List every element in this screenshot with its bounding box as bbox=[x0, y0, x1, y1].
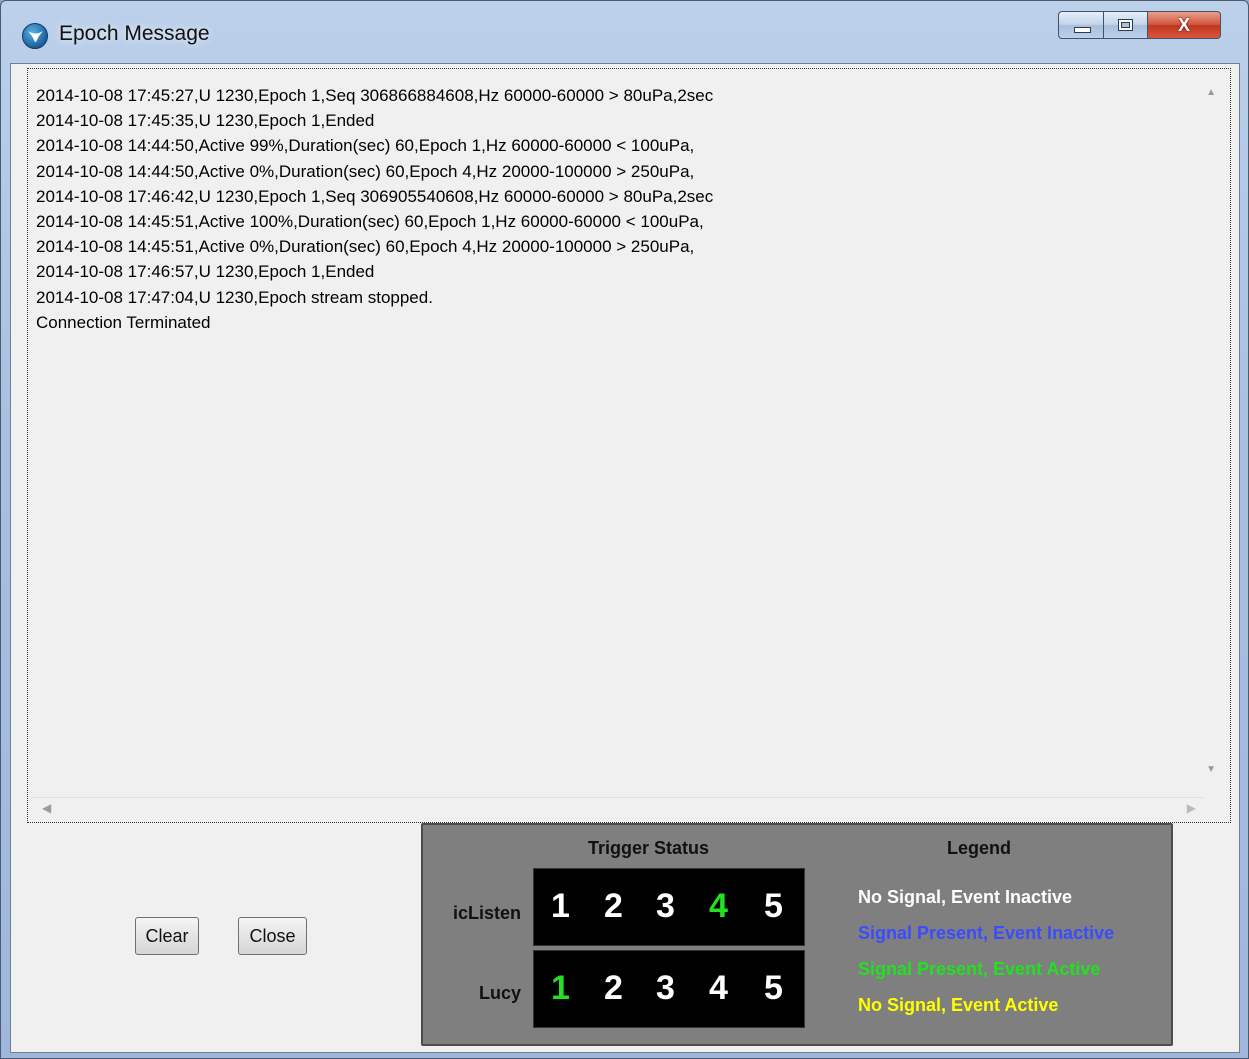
scroll-up-arrow-icon[interactable]: ▲ bbox=[1206, 87, 1216, 98]
scroll-left-arrow-icon[interactable]: ◀ bbox=[42, 801, 51, 815]
message-line: 2014-10-08 14:45:51,Active 0%,Duration(s… bbox=[36, 237, 695, 257]
app-logo-icon bbox=[22, 23, 48, 49]
trigger-status-panel: Trigger Status Legend icListen 1 2 3 4 5… bbox=[421, 823, 1173, 1046]
title-bar[interactable]: Epoch Message X bbox=[1, 1, 1248, 63]
trigger-digit: 4 bbox=[709, 887, 728, 925]
message-log[interactable]: 2014-10-08 17:45:27,U 1230,Epoch 1,Seq 3… bbox=[27, 68, 1231, 823]
message-line: 2014-10-08 17:45:35,U 1230,Epoch 1,Ended bbox=[36, 111, 375, 131]
message-line: Connection Terminated bbox=[36, 312, 211, 332]
minimize-button[interactable] bbox=[1058, 11, 1104, 39]
message-line: 2014-10-08 14:44:50,Active 99%,Duration(… bbox=[36, 136, 695, 156]
trigger-digit: 1 bbox=[551, 887, 570, 925]
horizontal-scrollbar[interactable]: ◀ ▶ bbox=[30, 797, 1204, 820]
legend-item: Signal Present, Event Inactive bbox=[858, 923, 1115, 943]
trigger-digit: 2 bbox=[604, 887, 623, 925]
legend-item: No Signal, Event Inactive bbox=[858, 887, 1073, 907]
message-line: 2014-10-08 17:46:42,U 1230,Epoch 1,Seq 3… bbox=[36, 186, 714, 206]
trigger-status-heading: Trigger Status bbox=[588, 838, 710, 858]
maximize-button[interactable] bbox=[1104, 11, 1148, 39]
iclisten-trigger-display: 1 2 3 4 5 bbox=[533, 868, 805, 946]
maximize-icon bbox=[1118, 19, 1133, 31]
minimize-icon bbox=[1074, 27, 1091, 33]
trigger-digit: 3 bbox=[656, 969, 675, 1007]
row-label-iclisten: icListen bbox=[452, 903, 521, 923]
lucy-trigger-display: 1 2 3 4 5 bbox=[533, 950, 805, 1028]
legend-heading: Legend bbox=[947, 838, 1012, 858]
trigger-digit: 3 bbox=[656, 887, 675, 925]
window-controls: X bbox=[1058, 11, 1221, 41]
message-line: 2014-10-08 17:47:04,U 1230,Epoch stream … bbox=[36, 287, 433, 307]
legend-item: Signal Present, Event Active bbox=[858, 959, 1101, 979]
row-label-lucy: Lucy bbox=[478, 983, 521, 1003]
message-lines: 2014-10-08 17:45:27,U 1230,Epoch 1,Seq 3… bbox=[36, 83, 1190, 335]
trigger-digit: 1 bbox=[551, 969, 570, 1007]
window-close-button[interactable]: X bbox=[1148, 11, 1221, 39]
epoch-message-window: Epoch Message X 2014-10-08 17:45:27,U 12… bbox=[0, 0, 1249, 1059]
message-line: 2014-10-08 17:45:27,U 1230,Epoch 1,Seq 3… bbox=[36, 86, 714, 105]
window-title: Epoch Message bbox=[59, 22, 210, 45]
legend-item: No Signal, Event Active bbox=[858, 995, 1059, 1015]
scroll-down-arrow-icon[interactable]: ▼ bbox=[1206, 764, 1216, 775]
close-icon: X bbox=[1177, 15, 1190, 35]
trigger-digit: 5 bbox=[764, 887, 783, 925]
clear-button[interactable]: Clear bbox=[135, 917, 199, 955]
message-line: 2014-10-08 14:44:50,Active 0%,Duration(s… bbox=[36, 161, 695, 181]
scroll-right-arrow-icon[interactable]: ▶ bbox=[1187, 801, 1196, 815]
trigger-digit: 5 bbox=[764, 969, 783, 1007]
trigger-digit: 4 bbox=[709, 969, 728, 1007]
message-line: 2014-10-08 14:45:51,Active 100%,Duration… bbox=[36, 212, 704, 232]
message-line: 2014-10-08 17:46:57,U 1230,Epoch 1,Ended bbox=[36, 262, 375, 282]
client-area: 2014-10-08 17:45:27,U 1230,Epoch 1,Seq 3… bbox=[10, 63, 1240, 1053]
close-button[interactable]: Close bbox=[238, 917, 307, 955]
trigger-digit: 2 bbox=[604, 969, 623, 1007]
